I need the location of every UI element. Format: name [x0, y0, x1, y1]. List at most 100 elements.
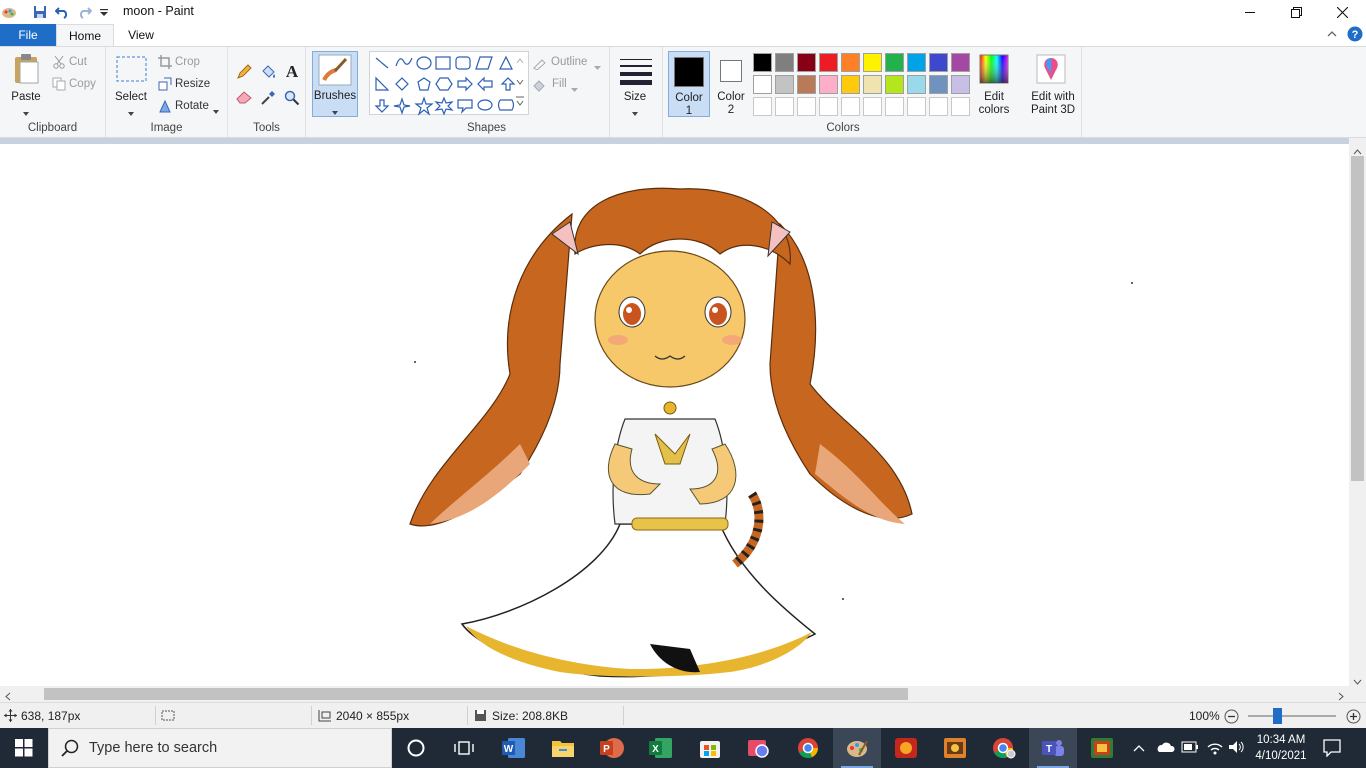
rotate-button[interactable]: Rotate — [175, 100, 209, 112]
restore-button[interactable] — [1273, 0, 1319, 24]
eraser-icon[interactable] — [236, 90, 252, 107]
help-icon[interactable]: ? — [1347, 26, 1363, 45]
word-taskbar-icon[interactable]: W — [490, 728, 538, 768]
palette-swatch[interactable] — [797, 97, 816, 116]
excel-taskbar-icon[interactable]: X — [637, 728, 685, 768]
app-red-taskbar-icon[interactable] — [882, 728, 930, 768]
wifi-icon[interactable] — [1206, 739, 1224, 758]
palette-swatch[interactable] — [907, 97, 926, 116]
shapes-gallery[interactable] — [369, 51, 529, 116]
magnifier-icon[interactable] — [284, 90, 300, 109]
palette-swatch[interactable] — [951, 97, 970, 116]
zoom-in-icon[interactable] — [1346, 709, 1361, 727]
palette-swatch[interactable] — [819, 75, 838, 94]
paste-button[interactable]: Paste — [6, 91, 46, 104]
undo-icon[interactable] — [53, 3, 71, 21]
fill-button[interactable]: Fill — [552, 78, 567, 90]
cortana-button[interactable] — [392, 728, 440, 768]
palette-swatch[interactable] — [929, 97, 948, 116]
edit-with-paint3d-button[interactable]: Edit with Paint 3D — [1025, 51, 1081, 117]
zoom-slider-track[interactable] — [1248, 708, 1336, 724]
palette-swatch[interactable] — [775, 75, 794, 94]
select-icon[interactable] — [116, 56, 147, 85]
rotate-dropdown-icon[interactable] — [212, 104, 220, 118]
palette-swatch[interactable] — [885, 75, 904, 94]
palette-swatch[interactable] — [753, 75, 772, 94]
pencil-icon[interactable] — [236, 64, 252, 83]
copy-button[interactable]: Copy — [69, 78, 96, 90]
palette-swatch[interactable] — [841, 97, 860, 116]
horizontal-scrollbar[interactable] — [0, 686, 1349, 702]
teams-taskbar-icon[interactable]: T — [1029, 728, 1077, 768]
palette-swatch[interactable] — [841, 53, 860, 72]
palette-swatch[interactable] — [863, 53, 882, 72]
palette-swatch[interactable] — [907, 53, 926, 72]
fill-dropdown-icon[interactable] — [571, 82, 578, 96]
zoom-slider-thumb[interactable] — [1273, 708, 1283, 724]
start-button[interactable] — [0, 728, 48, 768]
shapes-scroll[interactable] — [512, 53, 528, 113]
palette-swatch[interactable] — [863, 75, 882, 94]
palette-swatch[interactable] — [951, 53, 970, 72]
customize-toolbar-icon[interactable] — [95, 3, 113, 21]
outline-button[interactable]: Outline — [551, 56, 587, 68]
palette-swatch[interactable] — [775, 53, 794, 72]
palette-swatch[interactable] — [885, 97, 904, 116]
task-view-button[interactable] — [440, 728, 488, 768]
volume-icon[interactable] — [1228, 739, 1246, 758]
select-button[interactable]: Select — [111, 91, 151, 104]
palette-swatch[interactable] — [753, 53, 772, 72]
vertical-scrollbar[interactable] — [1349, 138, 1366, 686]
crop-button[interactable]: Crop — [175, 56, 200, 68]
minimize-button[interactable] — [1227, 0, 1273, 24]
tab-view[interactable]: View — [114, 24, 168, 46]
paste-icon[interactable] — [12, 53, 42, 88]
palette-swatch[interactable] — [797, 75, 816, 94]
battery-icon[interactable] — [1181, 741, 1199, 756]
game-taskbar-icon[interactable] — [931, 728, 979, 768]
fill-bucket-icon[interactable] — [260, 64, 277, 83]
brushes-button[interactable]: Brushes — [312, 51, 358, 117]
save-icon[interactable] — [31, 3, 49, 21]
palette-swatch[interactable] — [863, 97, 882, 116]
chrome-taskbar-icon[interactable] — [784, 728, 832, 768]
palette-swatch[interactable] — [885, 53, 904, 72]
palette-swatch[interactable] — [951, 75, 970, 94]
size-button[interactable]: Size — [614, 51, 658, 117]
show-hidden-icons[interactable] — [1133, 742, 1145, 756]
file-explorer-taskbar-icon[interactable] — [539, 728, 587, 768]
palette-swatch[interactable] — [819, 97, 838, 116]
paint-taskbar-icon[interactable] — [833, 728, 881, 768]
paste-dropdown-icon[interactable] — [22, 106, 30, 120]
color2-button[interactable]: Color 2 — [712, 51, 750, 117]
palette-swatch[interactable] — [841, 75, 860, 94]
powerpoint-taskbar-icon[interactable]: P — [588, 728, 636, 768]
text-tool-icon[interactable]: A — [284, 62, 300, 83]
collapse-ribbon-icon[interactable] — [1326, 28, 1338, 43]
zoom-out-icon[interactable] — [1224, 709, 1239, 727]
palette-swatch[interactable] — [929, 75, 948, 94]
drawing-canvas[interactable] — [0, 144, 1349, 686]
edit-colors-button[interactable]: Edit colors — [975, 51, 1013, 117]
palette-swatch[interactable] — [907, 75, 926, 94]
chrome-profile-taskbar-icon[interactable] — [980, 728, 1028, 768]
onedrive-icon[interactable] — [1155, 740, 1175, 757]
snip-taskbar-icon[interactable] — [735, 728, 783, 768]
tab-home[interactable]: Home — [56, 24, 114, 46]
paint-app-icon[interactable] — [0, 3, 18, 21]
close-button[interactable] — [1319, 0, 1365, 24]
store-taskbar-icon[interactable] — [686, 728, 734, 768]
palette-swatch[interactable] — [753, 97, 772, 116]
app-image-taskbar-icon[interactable] — [1078, 728, 1126, 768]
taskbar-clock[interactable]: 10:34 AM 4/10/2021 — [1250, 732, 1312, 764]
palette-swatch[interactable] — [775, 97, 794, 116]
outline-dropdown-icon[interactable] — [594, 60, 601, 74]
vertical-scroll-thumb[interactable] — [1351, 156, 1364, 481]
palette-swatch[interactable] — [929, 53, 948, 72]
resize-button[interactable]: Resize — [175, 78, 210, 90]
tab-file[interactable]: File — [0, 24, 56, 46]
horizontal-scroll-thumb[interactable] — [44, 688, 908, 700]
redo-icon[interactable] — [75, 3, 93, 21]
palette-swatch[interactable] — [797, 53, 816, 72]
color-picker-icon[interactable] — [260, 90, 276, 109]
